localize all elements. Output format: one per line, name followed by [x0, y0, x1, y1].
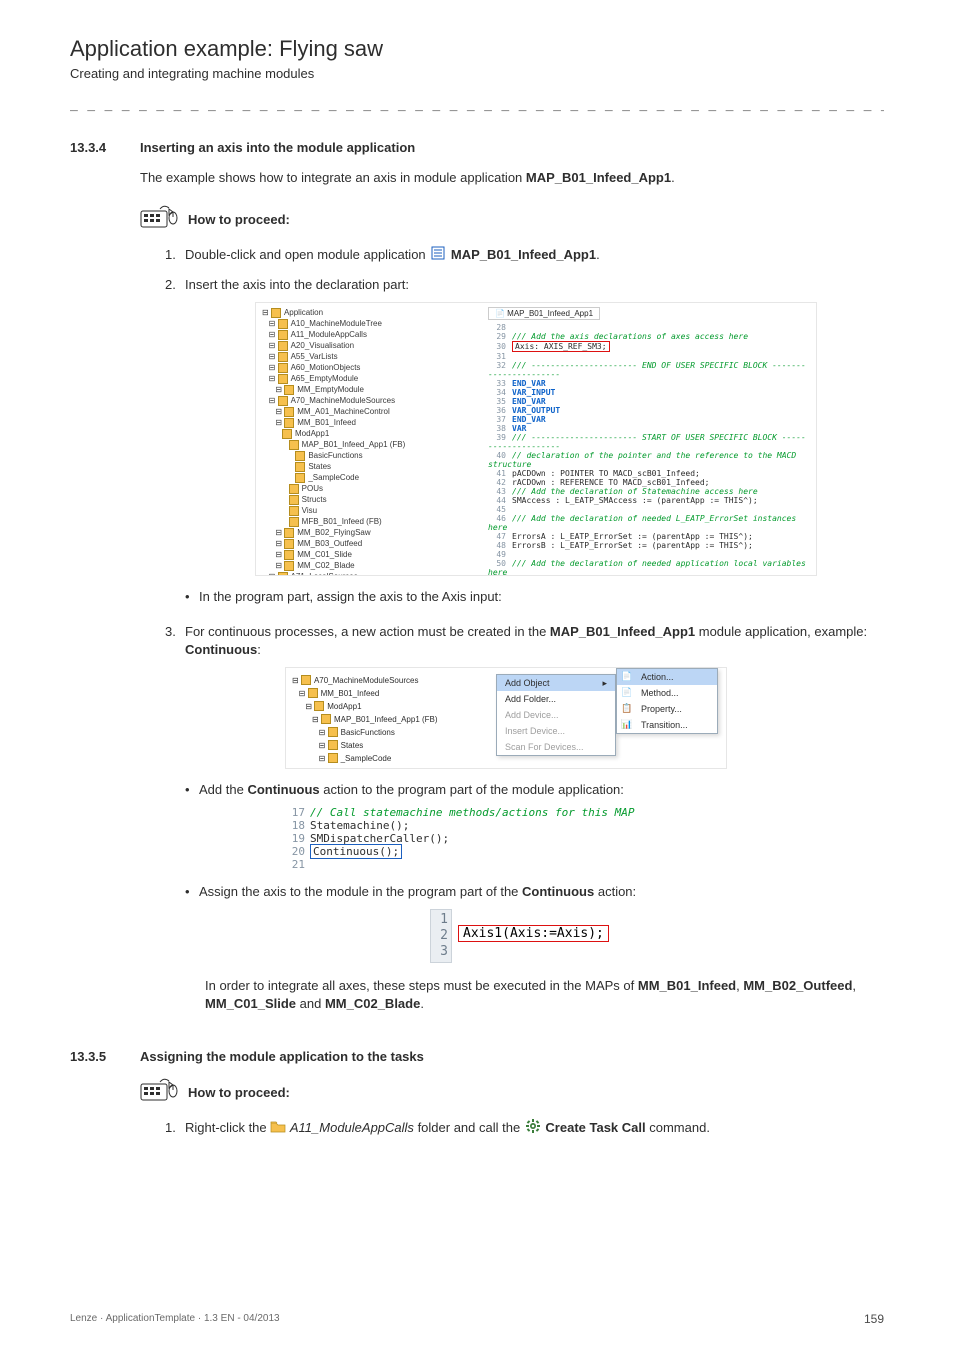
how-to-proceed-label-2: How to proceed: — [188, 1085, 290, 1100]
step-3-bold: MAP_B01_Infeed_App1 — [550, 624, 695, 639]
bullet-3: • Assign the axis to the module in the p… — [185, 883, 884, 901]
step-1-num: 1. — [165, 246, 185, 265]
section-2-title: Assigning the module application to the … — [140, 1049, 424, 1064]
section-1-title: Inserting an axis into the module applic… — [140, 140, 415, 155]
code-continuous: 17// Call statemachine methods/actions f… — [285, 806, 884, 871]
screenshot-context-menu: ⊟ A70_MachineModuleSources ⊟ MM_B01_Infe… — [285, 667, 727, 769]
how-to-proceed-1: How to proceed: — [140, 205, 884, 234]
sec2-step-1-b: folder and call the — [418, 1120, 524, 1135]
how-to-proceed-2: How to proceed: — [140, 1078, 884, 1107]
para-b1: MM_B01_Infeed — [638, 978, 736, 993]
code-l17: // Call statemachine methods/actions for… — [310, 806, 635, 819]
code-l20: Continuous(); — [310, 844, 402, 859]
para-b2: MM_B02_Outfeed — [743, 978, 852, 993]
step-3-b: module application, example: — [695, 624, 867, 639]
step-3: 3. For continuous processes, a new actio… — [165, 623, 884, 658]
screenshot-declaration: ⊟ Application ⊟ A10_MachineModuleTree ⊟ … — [255, 302, 817, 576]
separator: _ _ _ _ _ _ _ _ _ _ _ _ _ _ _ _ _ _ _ _ … — [70, 97, 884, 112]
sec2-step-1-bold: Create Task Call — [545, 1120, 645, 1135]
para-a: In order to integrate all axes, these st… — [205, 978, 638, 993]
section-1-number: 13.3.4 — [70, 140, 140, 155]
context-submenu: Action...📄Method...📄Property...📋Transiti… — [616, 668, 718, 734]
screenshot-tree: ⊟ Application ⊟ A10_MachineModuleTree ⊟ … — [256, 303, 482, 575]
step-2: 2. Insert the axis into the declaration … — [165, 276, 884, 294]
step-2-text: Insert the axis into the declaration par… — [185, 276, 884, 294]
screenshot-code: 📄 MAP_B01_Infeed_App12829/// Add the axi… — [482, 303, 816, 575]
sec2-step-1-num: 1. — [165, 1119, 185, 1138]
context-tree: ⊟ A70_MachineModuleSources ⊟ MM_B01_Infe… — [286, 668, 496, 768]
gear-icon — [526, 1119, 540, 1138]
bullet-2-bold: Continuous — [247, 782, 319, 797]
code-l18: Statemachine(); — [310, 819, 409, 832]
bullet-2-dot: • — [185, 781, 199, 799]
bullet-1-text: In the program part, assign the axis to … — [199, 588, 502, 606]
section-1-header: 13.3.4 Inserting an axis into the module… — [70, 140, 884, 155]
para-b4: MM_C02_Blade — [325, 996, 420, 1011]
section-2-header: 13.3.5 Assigning the module application … — [70, 1049, 884, 1064]
fb-icon — [431, 246, 445, 265]
sec2-step-1-a: Right-click the — [185, 1120, 270, 1135]
step-3-colon: : — [257, 642, 261, 657]
section-2-number: 13.3.5 — [70, 1049, 140, 1064]
axis-gutter: 123 — [430, 909, 452, 963]
how-to-proceed-label-1: How to proceed: — [188, 212, 290, 227]
folder-icon — [270, 1120, 286, 1138]
code-axis-assign: 123 Axis1(Axis:=Axis); — [430, 909, 884, 963]
bullet-2: • Add the Continuous action to the progr… — [185, 781, 884, 799]
axis-code-line: Axis1(Axis:=Axis); — [458, 925, 609, 942]
para-b3: MM_C01_Slide — [205, 996, 296, 1011]
intro-pre: The example shows how to integrate an ax… — [140, 170, 526, 185]
step-1: 1. Double-click and open module applicat… — [165, 246, 884, 265]
bullet-3-dot: • — [185, 883, 199, 901]
step-1-pre: Double-click and open module application — [185, 247, 429, 262]
proceed-icon-2 — [140, 1078, 178, 1107]
step-1-bold: MAP_B01_Infeed_App1 — [451, 247, 596, 262]
sec2-step-1: 1. Right-click the A11_ModuleAppCalls fo… — [165, 1119, 884, 1138]
intro-dot: . — [671, 170, 675, 185]
step-3-a: For continuous processes, a new action m… — [185, 624, 550, 639]
intro-bold: MAP_B01_Infeed_App1 — [526, 170, 671, 185]
page-subtitle: Creating and integrating machine modules — [70, 66, 884, 81]
bullet-3-a: Assign the axis to the module in the pro… — [199, 884, 522, 899]
bullet-3-bold: Continuous — [522, 884, 594, 899]
footer-page-num: 159 — [864, 1312, 884, 1326]
step-1-dot: . — [596, 247, 600, 262]
proceed-icon — [140, 205, 178, 234]
context-menu-1: Add Object▸Add Folder...Add Device...Ins… — [496, 674, 616, 756]
bullet-1-dot: • — [185, 588, 199, 606]
sec2-step-1-italic: A11_ModuleAppCalls — [290, 1120, 414, 1135]
step-3-bold2: Continuous — [185, 642, 257, 657]
bullet-3-b: action: — [594, 884, 636, 899]
integrate-para: In order to integrate all axes, these st… — [205, 977, 884, 1013]
footer-text: Lenze · ApplicationTemplate · 1.3 EN - 0… — [70, 1313, 280, 1324]
sec2-step-1-c: command. — [649, 1120, 710, 1135]
bullet-1: • In the program part, assign the axis t… — [185, 588, 884, 606]
section-1-intro: The example shows how to integrate an ax… — [140, 169, 884, 187]
step-3-num: 3. — [165, 623, 185, 658]
step-2-num: 2. — [165, 276, 185, 294]
bullet-2-a: Add the — [199, 782, 247, 797]
bullet-2-b: action to the program part of the module… — [320, 782, 624, 797]
page-title: Application example: Flying saw — [70, 36, 884, 62]
